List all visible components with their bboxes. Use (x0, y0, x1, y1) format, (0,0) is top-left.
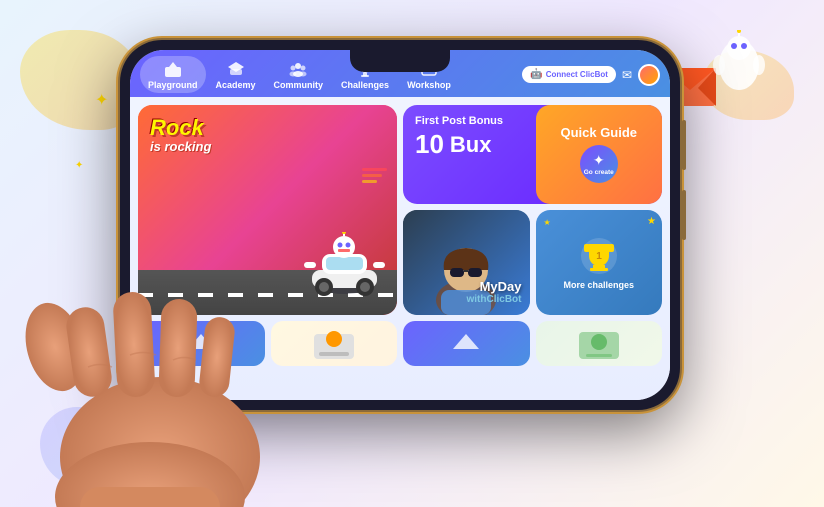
bonus-currency: Bux (450, 132, 492, 158)
community-label: Community (274, 80, 324, 90)
challenges-icon (355, 60, 375, 78)
go-create-icon: ✦ (593, 152, 605, 169)
bonus-title: First Post Bonus (415, 115, 503, 127)
playground-icon (163, 60, 183, 78)
challenges-label: Challenges (341, 80, 389, 90)
card-bottom-3[interactable] (403, 321, 530, 366)
community-icon (288, 60, 308, 78)
card-myday[interactable]: MyDay withClicBot (403, 210, 530, 316)
card-challenges[interactable]: ★ ★ 1 (536, 210, 663, 316)
nav-item-academy[interactable]: Academy (208, 56, 264, 93)
myday-text: MyDay withClicBot (467, 279, 522, 305)
trophy-svg: 1 (579, 236, 619, 276)
nav-bar: Playground Academy (130, 50, 670, 97)
academy-label: Academy (216, 80, 256, 90)
challenges-label: More challenges (563, 280, 634, 290)
nav-items: Playground Academy (140, 56, 520, 93)
card-bottom-4[interactable] (536, 321, 663, 366)
hand-container (0, 107, 320, 507)
playground-label: Playground (148, 80, 198, 90)
connect-icon: 🤖 (530, 69, 542, 80)
svg-text:1: 1 (596, 251, 602, 262)
bonus-amount-row: 10 Bux (415, 129, 491, 160)
connect-clicbot-button[interactable]: 🤖 Connect ClicBot (522, 66, 616, 83)
nav-item-challenges[interactable]: Challenges (333, 56, 397, 93)
page-wrapper: ✦ ✦ ✦ (0, 0, 824, 507)
user-avatar[interactable] (638, 64, 660, 86)
myday-subtitle: withClicBot (467, 294, 522, 305)
nav-right: 🤖 Connect ClicBot ✉ (522, 64, 660, 86)
connect-label: Connect ClicBot (546, 70, 608, 79)
nav-item-playground[interactable]: Playground (140, 56, 206, 93)
nav-item-workshop[interactable]: Workshop (399, 56, 459, 93)
mail-icon[interactable]: ✉ (622, 68, 632, 82)
workshop-label: Workshop (407, 80, 451, 90)
robot-decoration (704, 30, 774, 115)
star-decoration: ★ (647, 216, 656, 227)
academy-icon (226, 60, 246, 78)
quickguide-title: Quick Guide (560, 126, 637, 140)
myday-title: MyDay (467, 279, 522, 294)
bottom-card-3-icon (451, 331, 481, 356)
go-create-label: Go create (584, 169, 614, 176)
speed-lines (362, 168, 387, 183)
bonus-amount: 10 (415, 129, 444, 160)
workshop-icon (419, 60, 439, 78)
star-decoration-2: ★ (544, 218, 551, 227)
hand-svg (0, 107, 320, 507)
card-quickguide[interactable]: Quick Guide ✦ Go create (536, 105, 663, 204)
nav-item-community[interactable]: Community (266, 56, 332, 93)
go-create-button[interactable]: ✦ Go create (580, 145, 618, 183)
bottom-card-4-icon (574, 324, 624, 364)
